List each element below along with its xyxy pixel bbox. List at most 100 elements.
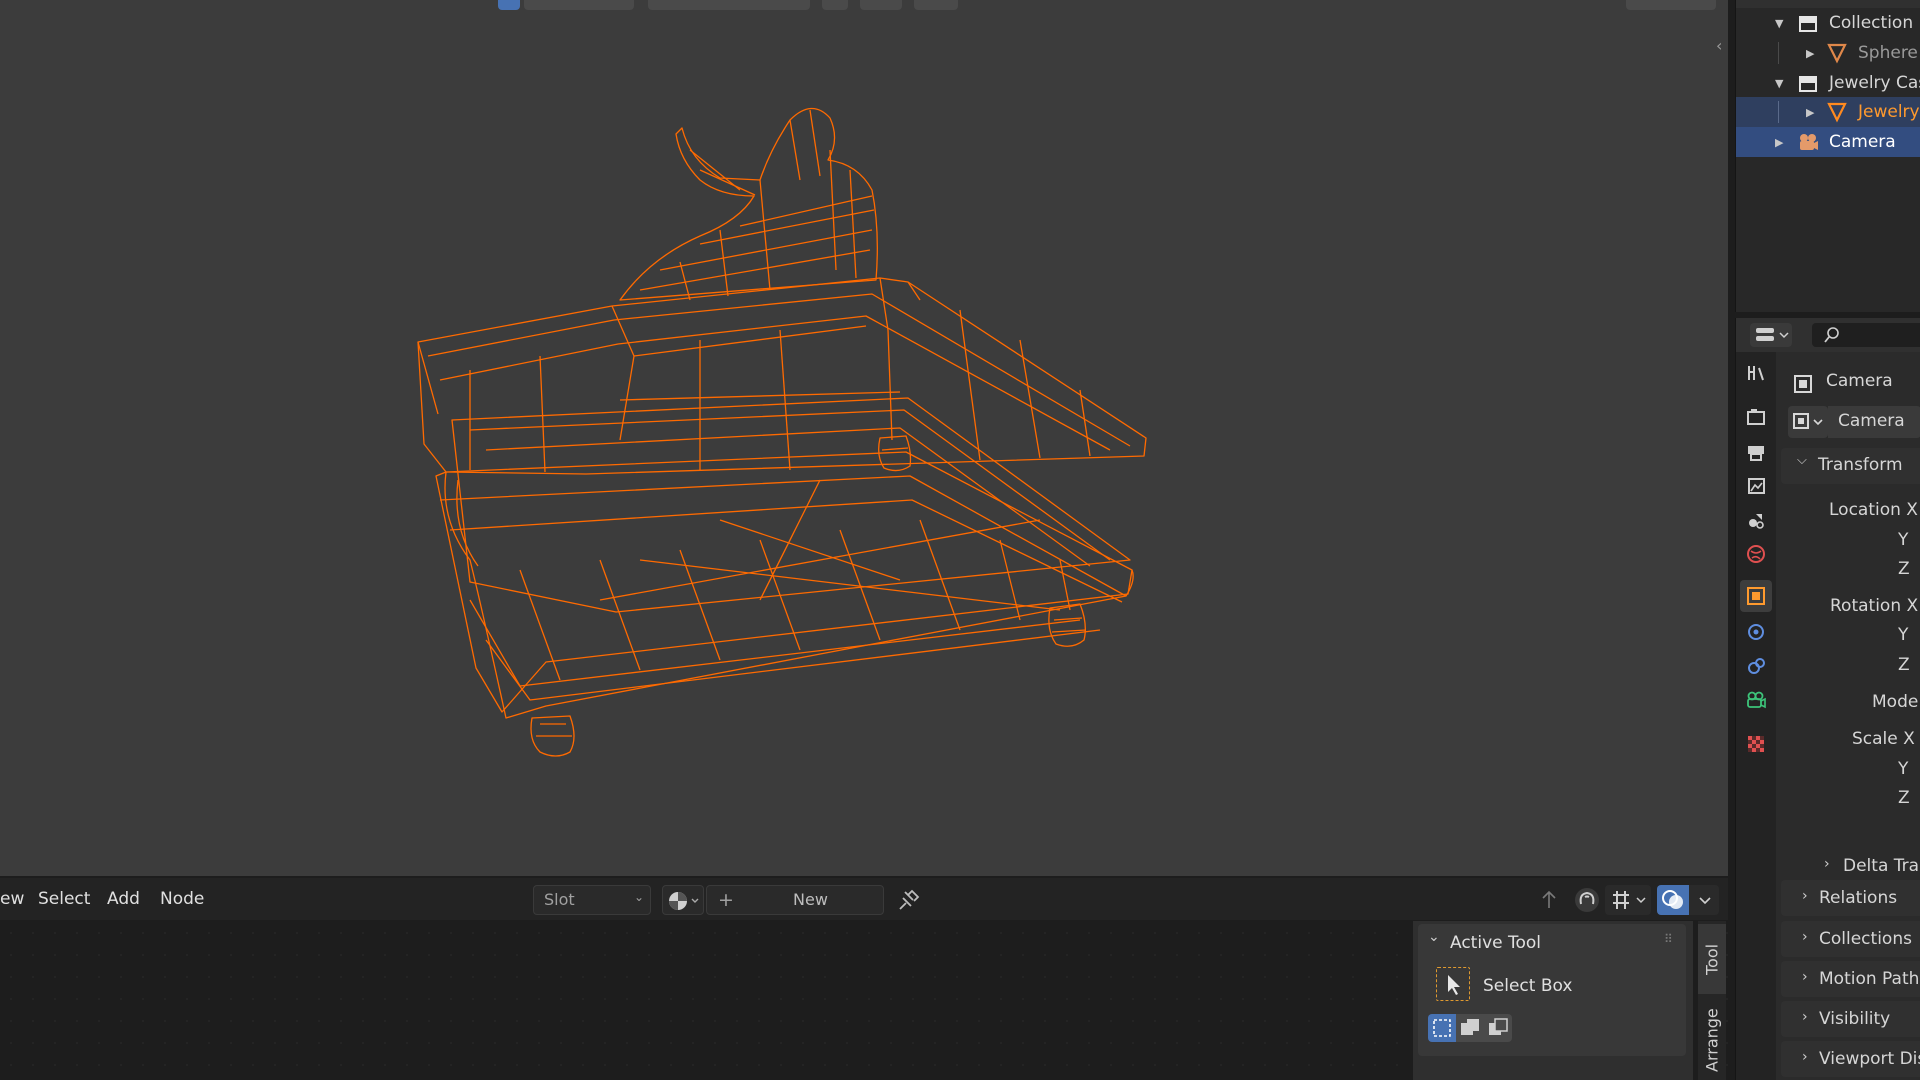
parent-node-icon[interactable] [1536,887,1562,913]
view-layer-tab-icon[interactable] [1745,475,1767,497]
chevron-right-icon[interactable]: › [1802,1049,1808,1065]
tab-arrange[interactable]: Arrange [1698,1001,1726,1079]
outliner-item-label: Collection [1829,13,1914,33]
mode-extend-button[interactable] [1456,1014,1484,1042]
material-browse-button[interactable] [662,885,704,915]
chevron-right-icon[interactable]: › [1824,856,1830,872]
tree-line [1778,101,1779,123]
object-tab-icon [1747,587,1765,605]
expand-right-icon[interactable]: ▶ [1775,136,1783,149]
select-box-tool-icon[interactable] [1436,967,1470,1001]
snap-magnet-icon[interactable] [1573,886,1601,914]
chevron-down-icon[interactable]: ⌄ [1428,929,1440,945]
overlays-icon [1662,890,1683,909]
tab-tool[interactable]: Tool [1698,924,1726,994]
physics-tab-icon[interactable] [1745,621,1767,643]
outliner-panel[interactable]: ▼ Collection ▶ Sphere ▼ Jewelry Case ▶ J… [1735,0,1920,312]
menu-view[interactable]: ew [0,889,24,909]
node-sidebar-tabs: Tool Arrange [1698,921,1726,1080]
snap-grid-icon [1613,891,1646,909]
expand-right-icon[interactable]: ▶ [1806,47,1814,60]
select-set-icon [1433,1019,1451,1037]
properties-search-field[interactable] [1812,323,1920,347]
delta-transform-label[interactable]: Delta Tran [1843,856,1920,876]
object-name: Camera [1826,371,1893,391]
data-browse-button[interactable] [1788,406,1828,438]
expand-right-icon[interactable]: ▶ [1806,106,1814,119]
select-extend-icon [1461,1019,1479,1035]
render-tab-icon[interactable] [1745,406,1767,428]
jewelry-case-wireframe[interactable] [0,0,1728,876]
slot-label: Slot [544,890,575,909]
cursor-icon [1448,975,1460,995]
constraints-tab-icon[interactable] [1745,655,1767,677]
rotation-mode-label: Mode [1872,692,1919,712]
relations-label: Relations [1819,888,1898,908]
rotation-z-label: Z [1898,655,1910,675]
editor-type-button[interactable] [1750,323,1792,347]
scale-y-label: Y [1898,759,1909,779]
camera-data-tab-icon[interactable] [1745,689,1767,711]
camera-icon [1800,134,1818,150]
scene-tab-icon[interactable] [1745,509,1767,531]
expand-down-icon[interactable]: ▼ [1775,77,1783,90]
chevron-right-icon[interactable]: › [1802,929,1808,945]
new-material-button[interactable]: + New [706,885,884,915]
motion-paths-label: Motion Paths [1819,969,1920,989]
collections-label: Collections [1819,929,1912,949]
properties-editor-icon [1756,328,1789,341]
properties-header [1736,318,1920,352]
outliner-item-jewelry[interactable]: ▶ Jewelry [1736,97,1920,127]
menu-node[interactable]: Node [160,889,204,909]
properties-tabs [1736,352,1776,1080]
transform-label: Transform [1818,455,1903,475]
search-icon [1824,327,1839,343]
chevron-down-icon[interactable]: ⌵ [1797,453,1807,468]
outliner-item-label: Camera [1829,132,1896,152]
object-data-icon [1794,375,1812,393]
overlays-dropdown[interactable] [1657,885,1719,915]
chevron-right-icon[interactable]: › [1802,969,1808,985]
drag-handle-icon[interactable]: ⠿ [1664,932,1673,946]
outliner-item-sphere[interactable]: ▶ Sphere [1736,38,1920,68]
select-box-label: Select Box [1483,976,1573,996]
menu-select[interactable]: Select [38,889,90,909]
chevron-right-icon[interactable]: › [1802,1009,1808,1025]
outliner-top-strip [1736,0,1920,8]
rotation-y-label: Y [1898,625,1909,645]
outliner-item-label: Jewelry Case [1829,73,1920,93]
texture-tab-icon[interactable] [1745,733,1767,755]
object-square-icon [1792,312,1814,334]
material-sphere-icon [669,892,699,910]
outliner-item-jewelry-case[interactable]: ▼ Jewelry Case [1736,68,1920,98]
select-subtract-icon [1489,1018,1508,1035]
expand-down-icon[interactable]: ▼ [1775,17,1783,30]
outliner-item-label: Jewelry [1858,102,1920,122]
viewport-display-label: Viewport Disp [1819,1049,1920,1069]
new-label: New [793,890,828,909]
mode-subtract-button[interactable] [1484,1014,1512,1042]
chevron-right-icon[interactable]: › [1802,888,1808,904]
overlays-toggle[interactable] [1657,885,1689,915]
collection-icon [1799,16,1817,32]
chevron-down-icon [1699,897,1711,905]
object-tab[interactable] [1740,580,1772,612]
active-tool-header[interactable]: Active Tool [1450,933,1541,953]
menu-add[interactable]: Add [107,889,140,909]
3d-viewport[interactable]: ‹ [0,0,1728,876]
data-name: Camera [1838,411,1905,431]
world-tab-icon[interactable] [1745,543,1767,565]
active-tool-panel: ⌄ Active Tool ⠿ Select Box [1418,924,1686,1056]
snapping-dropdown[interactable] [1605,885,1651,915]
mode-set-button[interactable] [1428,1014,1456,1042]
tool-tab-icon[interactable] [1745,362,1767,384]
properties-panel[interactable]: Camera Camera ⌵ Transform Location X Y Z… [1735,318,1920,1080]
outliner-item-camera[interactable]: ▶ Camera [1736,127,1920,157]
collection-icon [1799,76,1817,92]
output-tab-icon[interactable] [1745,441,1767,463]
location-x-label: Location X [1829,500,1918,520]
object-data-browse-icon [1793,413,1823,429]
slot-dropdown[interactable]: Slot ⌄ [533,885,651,915]
outliner-item-collection[interactable]: ▼ Collection [1736,8,1920,38]
pin-icon[interactable] [896,887,922,913]
